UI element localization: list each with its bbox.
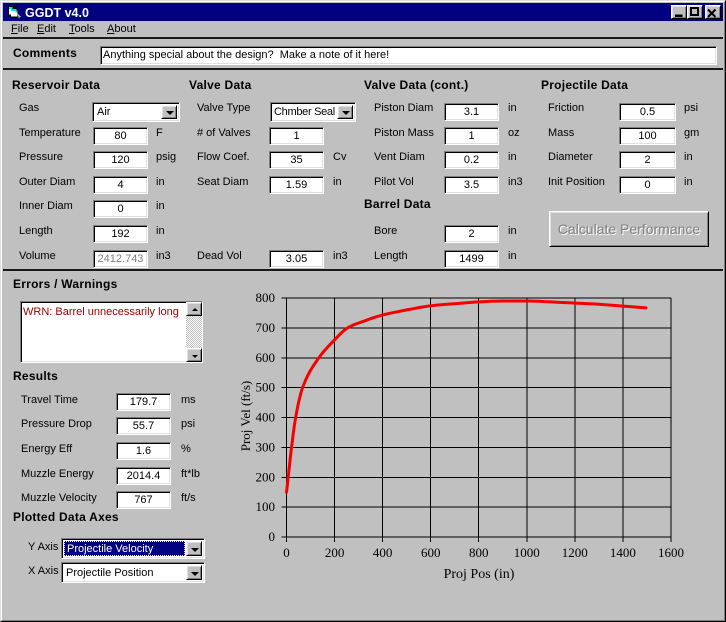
svg-text:0: 0 — [269, 529, 276, 544]
svg-text:1600: 1600 — [658, 545, 684, 560]
svg-text:400: 400 — [256, 410, 276, 425]
svg-text:600: 600 — [256, 350, 276, 365]
svg-text:300: 300 — [256, 439, 276, 454]
svg-text:800: 800 — [256, 290, 276, 305]
svg-text:100: 100 — [256, 499, 276, 514]
svg-text:Proj Pos (in): Proj Pos (in) — [444, 567, 515, 582]
svg-text:0: 0 — [283, 545, 290, 560]
svg-text:800: 800 — [469, 545, 489, 560]
svg-text:Proj Vel (ft/s): Proj Vel (ft/s) — [238, 381, 253, 452]
svg-text:400: 400 — [373, 545, 393, 560]
svg-text:700: 700 — [256, 320, 276, 335]
svg-text:200: 200 — [325, 545, 345, 560]
svg-text:1000: 1000 — [514, 545, 540, 560]
svg-text:1400: 1400 — [610, 545, 636, 560]
svg-text:1200: 1200 — [562, 545, 588, 560]
svg-text:500: 500 — [256, 380, 276, 395]
svg-text:200: 200 — [256, 469, 276, 484]
svg-text:600: 600 — [421, 545, 441, 560]
